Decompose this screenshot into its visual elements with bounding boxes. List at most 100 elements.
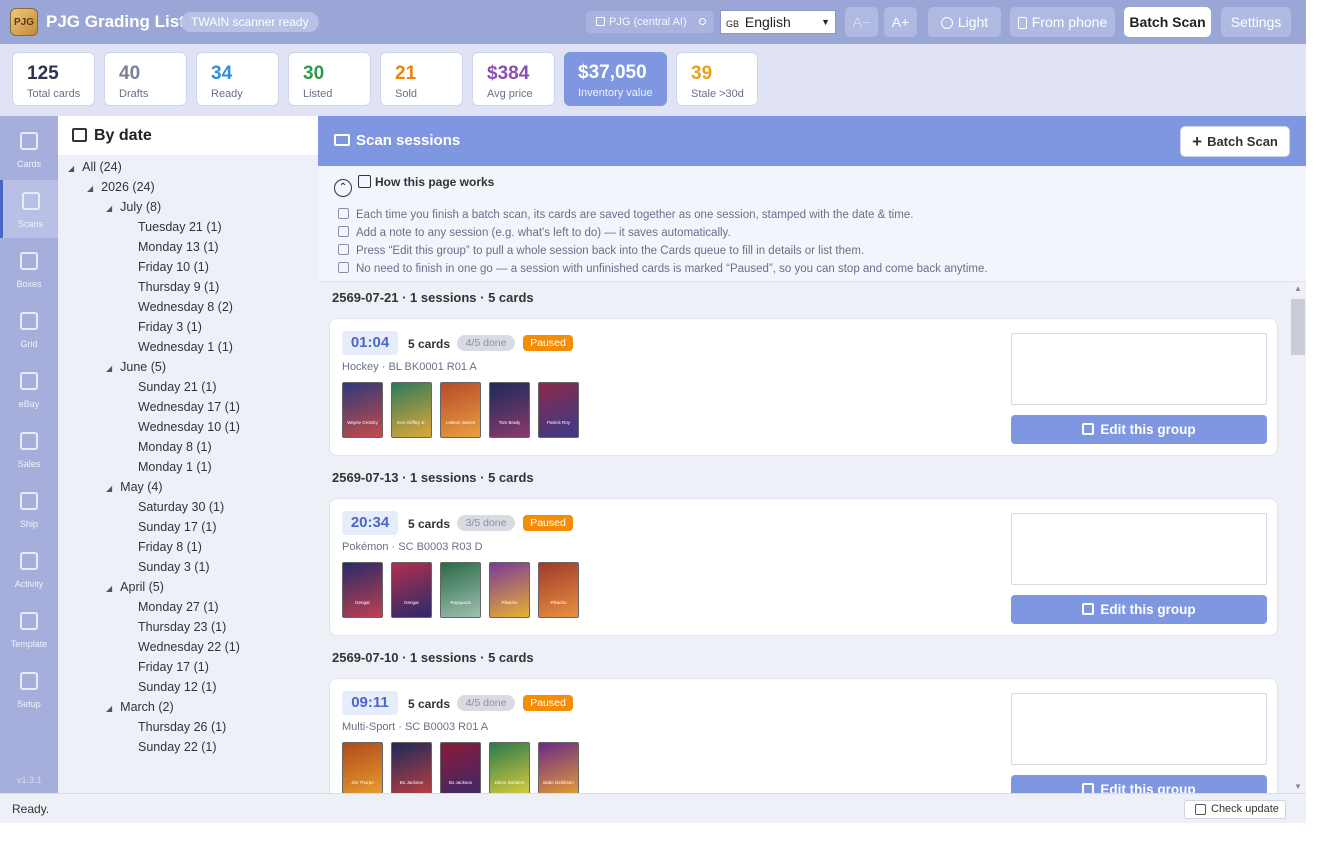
tree-node[interactable]: Sunday 17 (1) xyxy=(138,520,217,534)
tree-node[interactable]: Monday 27 (1) xyxy=(138,600,219,614)
tree-node[interactable]: ◢ May (4) xyxy=(106,480,163,494)
note-icon xyxy=(338,226,349,237)
card-thumbnail[interactable]: Babe Didrikson xyxy=(538,742,579,793)
theme-toggle-button[interactable]: Light xyxy=(928,7,1001,37)
stat-label: Avg price xyxy=(487,88,533,100)
tree-node[interactable]: Sunday 22 (1) xyxy=(138,740,217,754)
nav-item-ship[interactable]: Ship xyxy=(0,480,58,538)
tree-node[interactable]: Thursday 26 (1) xyxy=(138,720,226,734)
edit-group-button[interactable]: Edit this group xyxy=(1011,775,1267,793)
nav-item-label: Scans xyxy=(17,219,43,229)
tree-node[interactable]: Sunday 3 (1) xyxy=(138,560,210,574)
cards-icon xyxy=(20,132,38,150)
expand-triangle-icon[interactable]: ◢ xyxy=(106,364,112,373)
batch-scan-button[interactable]: + Batch Scan xyxy=(1180,126,1290,157)
settings-button[interactable]: Settings xyxy=(1221,7,1291,37)
nav-item-label: Setup xyxy=(17,699,41,709)
nav-item-label: Cards xyxy=(16,159,41,169)
expand-triangle-icon[interactable]: ◢ xyxy=(87,184,93,193)
card-thumbnail[interactable]: Tom Brady xyxy=(489,382,530,438)
card-thumbnail[interactable]: Jim Thorpe xyxy=(342,742,383,793)
tree-node[interactable]: Sunday 21 (1) xyxy=(138,380,217,394)
card-thumbnail[interactable]: Pikachu xyxy=(489,562,530,618)
tree-node[interactable]: Monday 8 (1) xyxy=(138,440,212,454)
card-thumbnail[interactable]: Ken Griffey Jr. xyxy=(391,382,432,438)
theme-icon xyxy=(940,17,953,29)
howto-toggle[interactable]: ⌃ How this page works xyxy=(334,175,494,197)
tree-node[interactable]: Wednesday 17 (1) xyxy=(138,400,240,414)
tree-node[interactable]: ◢ All (24) xyxy=(68,160,122,174)
edit-group-button[interactable]: Edit this group xyxy=(1011,415,1267,444)
language-select[interactable]: GB English ▼ xyxy=(720,10,836,34)
tree-node[interactable]: ◢ July (8) xyxy=(106,200,161,214)
tree-node[interactable]: Thursday 23 (1) xyxy=(138,620,226,634)
tree-node[interactable]: Saturday 30 (1) xyxy=(138,500,224,514)
tree-node[interactable]: Wednesday 8 (2) xyxy=(138,300,233,314)
expand-triangle-icon[interactable]: ◢ xyxy=(106,484,112,493)
card-thumbnail-name: Pikachu xyxy=(550,600,567,605)
tree-node[interactable]: Friday 8 (1) xyxy=(138,540,202,554)
group-heading: 2569-07-10 · 1 sessions · 5 cards xyxy=(332,650,534,665)
card-thumbnail-name: Patrick Roy xyxy=(546,420,570,425)
tree-node-label: Wednesday 17 (1) xyxy=(138,400,240,414)
tree-node[interactable]: Wednesday 22 (1) xyxy=(138,640,240,654)
nav-item-grid[interactable]: Grid xyxy=(0,300,58,358)
card-thumbnail[interactable]: Patrick Roy xyxy=(538,382,579,438)
card-thumbnail[interactable]: Wayne Gretzky xyxy=(342,382,383,438)
howto-text: No need to finish in one go — a session … xyxy=(356,263,988,275)
card-thumbnail[interactable]: Bo Jackson xyxy=(391,742,432,793)
nav-item-boxes[interactable]: Boxes xyxy=(0,240,58,298)
edit-group-button[interactable]: Edit this group xyxy=(1011,595,1267,624)
tree-node[interactable]: Thursday 9 (1) xyxy=(138,280,219,294)
nav-item-cards[interactable]: Cards xyxy=(0,120,58,178)
card-thumbnail[interactable]: Bo Jackson xyxy=(440,742,481,793)
check-update-button[interactable]: Check update xyxy=(1184,800,1286,819)
tree-node[interactable]: Wednesday 1 (1) xyxy=(138,340,233,354)
card-thumbnail[interactable]: Gengar xyxy=(391,562,432,618)
session-note-input[interactable] xyxy=(1011,333,1267,405)
tree-node[interactable]: Wednesday 10 (1) xyxy=(138,420,240,434)
from-phone-button[interactable]: From phone xyxy=(1010,7,1115,37)
tree-node[interactable]: ◢ March (2) xyxy=(106,700,174,714)
model-selector[interactable]: PJG (central AI) xyxy=(586,11,714,33)
expand-triangle-icon[interactable]: ◢ xyxy=(68,164,74,173)
tree-node[interactable]: ◢ June (5) xyxy=(106,360,166,374)
stat-card: 34 Ready xyxy=(196,52,279,106)
tree-node[interactable]: Sunday 12 (1) xyxy=(138,680,217,694)
tree-node[interactable]: Friday 17 (1) xyxy=(138,660,209,674)
session-note-input[interactable] xyxy=(1011,513,1267,585)
nav-item-activity[interactable]: Activity xyxy=(0,540,58,598)
batch-scan-header-button[interactable]: Batch Scan xyxy=(1124,7,1211,37)
card-thumbnail[interactable]: Rayquaza xyxy=(440,562,481,618)
nav-item-template[interactable]: Template xyxy=(0,600,58,658)
nav-item-setup[interactable]: Setup xyxy=(0,660,58,718)
card-thumbnail[interactable]: Pikachu xyxy=(538,562,579,618)
tree-node[interactable]: ◢ April (5) xyxy=(106,580,164,594)
expand-triangle-icon[interactable]: ◢ xyxy=(106,584,112,593)
scroll-up-icon[interactable]: ▲ xyxy=(1294,284,1302,293)
card-thumbnail[interactable]: Deion Sanders xyxy=(489,742,530,793)
expand-triangle-icon[interactable]: ◢ xyxy=(106,704,112,713)
tree-node[interactable]: Monday 13 (1) xyxy=(138,240,219,254)
nav-item-sales[interactable]: Sales xyxy=(0,420,58,478)
font-increase-button[interactable]: A+ xyxy=(884,7,917,37)
card-thumbnail[interactable]: Gengar xyxy=(342,562,383,618)
tree-node[interactable]: Friday 3 (1) xyxy=(138,320,202,334)
session-card: 09:11 5 cards 4/5 done Paused Multi-Sport · … xyxy=(329,678,1278,793)
scrollbar-thumb[interactable] xyxy=(1291,299,1305,355)
font-decrease-button[interactable]: A− xyxy=(845,7,878,37)
tree-node[interactable]: Monday 1 (1) xyxy=(138,460,212,474)
expand-triangle-icon[interactable]: ◢ xyxy=(106,204,112,213)
howto-text: Press “Edit this group” to pull a whole … xyxy=(356,245,865,257)
tree-node-label: Thursday 26 (1) xyxy=(138,720,227,734)
tree-node[interactable]: Friday 10 (1) xyxy=(138,260,209,274)
scroll-down-icon[interactable]: ▼ xyxy=(1294,782,1302,791)
nav-item-scans[interactable]: Scans xyxy=(0,180,58,238)
scrollbar[interactable]: ▲ ▼ xyxy=(1290,282,1306,793)
card-thumbnail[interactable]: LeBron James xyxy=(440,382,481,438)
tree-node[interactable]: ◢ 2026 (24) xyxy=(87,180,155,194)
tag-icon xyxy=(20,372,38,390)
tree-node[interactable]: Tuesday 21 (1) xyxy=(138,220,222,234)
session-note-input[interactable] xyxy=(1011,693,1267,765)
nav-item-ebay[interactable]: eBay xyxy=(0,360,58,418)
